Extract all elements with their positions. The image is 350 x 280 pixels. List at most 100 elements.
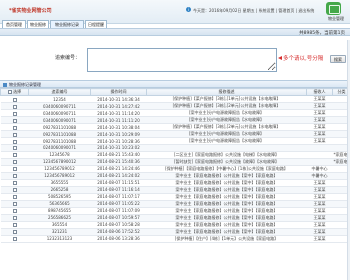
col-tracking-number[interactable]: 追索编号 (28, 88, 91, 96)
col-time[interactable]: 操作时间 (90, 88, 147, 96)
table-row[interactable]: 256586625 2014-08-07 10:59:57 案中业主【家庭电路报修】… (0, 214, 350, 222)
row-checkbox-cell[interactable] (0, 102, 29, 110)
repair-description (146, 144, 307, 152)
row-checkbox[interactable] (12, 202, 17, 207)
select-all-checkbox[interactable] (7, 90, 12, 94)
row-checkbox-cell[interactable] (0, 172, 29, 180)
row-checkbox[interactable] (12, 146, 17, 151)
row-checkbox-cell[interactable] (0, 214, 29, 222)
header-info[interactable]: 今天是：2016年09月02日 星期五 | 系统设置 | 管理首页 | 退出系统 (193, 8, 314, 14)
table-row[interactable]: 12354 2014-10-31 14:36:34 [保护种植]【菜户报修】[3栋]… (0, 95, 350, 103)
search-button[interactable]: 搜索 (330, 55, 346, 63)
row-checkbox[interactable] (12, 167, 17, 172)
table-row[interactable]: 3655555 2014-08-07 11:15:51 案中业主【家庭电路报修】公共… (0, 179, 350, 187)
table-row[interactable]: 123456789012 2014-08-21 14:24:46 [保护种植]【家庭… (0, 165, 350, 173)
row-checkbox-cell[interactable] (0, 186, 29, 194)
table-row[interactable]: 898745655 2014-08-07 11:07:09 案中业主【家庭电路报修】… (0, 207, 350, 215)
row-checkbox-cell[interactable] (0, 228, 29, 236)
row-checkbox-cell[interactable] (0, 207, 29, 215)
operation-time: 2014-08-06 17:52:52 (90, 228, 147, 236)
repair-description: [案中业主]分户电源故障报告【水电故障】 (146, 109, 307, 117)
tracking-number: 0240060090071 (28, 144, 91, 152)
row-checkbox[interactable] (12, 195, 17, 200)
row-checkbox[interactable] (12, 181, 17, 186)
tracking-number: 256586625 (28, 214, 91, 222)
operation-time: 2014-08-07 10:59:57 (90, 214, 147, 222)
row-checkbox[interactable] (12, 237, 17, 242)
table-row[interactable]: 365554 2014-08-07 10:58:28 案中业主【家庭电路报修】公共设… (0, 221, 350, 229)
tracking-number: 12354 (28, 95, 91, 103)
table-row[interactable]: 0340060090711 2014-10-31 11:14:20 [案中业主]分户… (0, 109, 350, 117)
table-row[interactable]: 0340060090711 2014-10-31 14:27:42 [保护种植]【菜… (0, 102, 350, 110)
table-row[interactable]: 1234567890012 2014-08-21 15:40:36 [暂时缺货]【家… (0, 158, 350, 166)
tab-home[interactable]: 首页管理 (2, 20, 26, 28)
table-row[interactable]: 12345678 2014-08-21 15:43:40 [二区业主]【家庭电路报修… (0, 151, 350, 159)
row-checkbox-cell[interactable] (0, 144, 29, 152)
row-checkbox-cell[interactable] (0, 193, 29, 201)
row-checkbox-cell[interactable] (0, 158, 29, 166)
row-checkbox[interactable] (12, 216, 17, 221)
table-row[interactable]: 0927831101088 2014-10-31 10:38:04 [保护种植]【菜… (0, 123, 350, 131)
receiver: 王某某 (306, 193, 333, 201)
records-body: 12354 2014-10-31 14:36:34 [保护种植]【菜户报修】[3栋]… (0, 95, 350, 243)
receiver: 王某某 (306, 207, 333, 215)
row-checkbox-cell[interactable] (0, 200, 29, 208)
row-checkbox-cell[interactable] (0, 137, 29, 145)
tracking-number: 0340060090071 (28, 116, 91, 124)
row-checkbox[interactable] (12, 104, 17, 109)
operation-time: 2014-10-31 10:23:02 (90, 144, 147, 152)
table-row[interactable]: 1232313123 2014-08-06 13:28:36 [保护种植]【住户】[… (0, 235, 350, 243)
row-checkbox[interactable] (12, 209, 17, 214)
row-checkbox[interactable] (12, 223, 17, 228)
row-checkbox[interactable] (12, 125, 17, 130)
row-checkbox-cell[interactable] (0, 165, 29, 173)
property-management-icon[interactable] (326, 2, 341, 15)
row-checkbox-cell[interactable] (0, 130, 29, 138)
records-table: 选择 追索编号 操作时间 报修描述 接收人 分类 12354 2014-10-31… (0, 88, 350, 243)
col-receiver[interactable]: 接收人 (306, 88, 333, 96)
repair-description: 案中业主【家庭电路报修】公共设施【案中】【家庭电路】 (146, 228, 307, 236)
table-row[interactable]: 0927831101088 2014-10-31 10:28:36 [案中业主]分户… (0, 137, 350, 145)
operation-time: 2014-10-31 11:14:20 (90, 109, 147, 117)
operation-time: 2014-10-31 14:36:34 (90, 95, 147, 103)
row-checkbox-cell[interactable] (0, 179, 29, 187)
tab-repair-records[interactable]: 物业报修记录 (50, 20, 84, 28)
row-checkbox-cell[interactable] (0, 95, 29, 103)
operation-time: 2014-08-07 11:07:17 (90, 193, 147, 201)
row-checkbox[interactable] (12, 160, 17, 165)
row-checkbox[interactable] (12, 132, 17, 137)
row-checkbox-cell[interactable] (0, 109, 29, 117)
tracking-number: 1232313123 (28, 235, 91, 243)
col-description[interactable]: 报修描述 (146, 88, 307, 96)
table-row[interactable]: 2665258 2014-08-07 11:16:14 案中业主【家庭电路报修】公共… (0, 186, 350, 194)
row-checkbox-cell[interactable] (0, 221, 29, 229)
row-checkbox[interactable] (12, 153, 17, 158)
tracking-number-input[interactable] (87, 48, 277, 72)
tracking-number: 898745655 (28, 207, 91, 215)
row-checkbox-cell[interactable] (0, 116, 29, 124)
receiver (306, 151, 333, 159)
operation-time: 2014-08-21 14:24:46 (90, 165, 147, 173)
row-checkbox[interactable] (12, 174, 17, 179)
row-checkbox[interactable] (12, 111, 17, 116)
table-row[interactable]: 0240060090071 2014-10-31 10:23:02 (0, 144, 350, 152)
paging-info: 共8985条，当前第1页 (299, 31, 345, 36)
row-checkbox-cell[interactable] (0, 235, 29, 243)
table-row[interactable]: 123456789012 2014-08-21 14:24:02 案中业主【家庭电路… (0, 172, 350, 180)
col-select[interactable]: 选择 (0, 88, 29, 96)
row-checkbox[interactable] (12, 118, 17, 123)
table-row[interactable]: 0927831101088 2014-10-31 10:29:09 [案中业主]分户… (0, 130, 350, 138)
table-row[interactable]: 56365665 2014-08-07 11:05:22 案中业主【家庭电路报修】公… (0, 200, 350, 208)
receiver: 王某某 (306, 102, 333, 110)
table-row[interactable]: 508526595 2014-08-07 11:07:17 案中业主【家庭电路报修】… (0, 193, 350, 201)
tab-repair[interactable]: 物业报修 (27, 20, 49, 28)
row-checkbox[interactable] (12, 139, 17, 144)
table-row[interactable]: 321231 2014-08-06 17:52:52 案中业主【家庭电路报修】公共设… (0, 228, 350, 236)
tab-schedule[interactable]: 日程提醒 (85, 20, 107, 28)
row-checkbox-cell[interactable] (0, 123, 29, 131)
table-row[interactable]: 0340060090071 2014-10-31 11:11:20 [案中业主]分户… (0, 116, 350, 124)
row-checkbox-cell[interactable] (0, 151, 29, 159)
row-checkbox[interactable] (12, 230, 17, 235)
row-checkbox[interactable] (12, 188, 17, 193)
row-checkbox[interactable] (12, 97, 17, 102)
